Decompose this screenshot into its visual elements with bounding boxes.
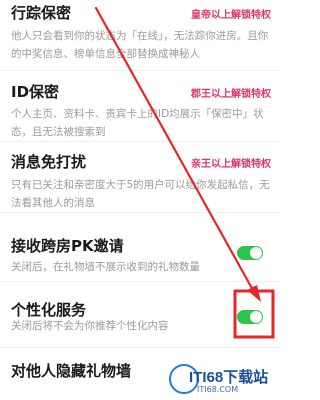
setting-desc: 关闭后将不会为你推荐个性化内容 bbox=[11, 320, 169, 332]
setting-desc: 个人主页、资料卡、贵宾卡上的ID均展示「保密中」状态，且无法被搜索到 bbox=[11, 108, 264, 138]
watermark-subtext: ITI68.COM bbox=[197, 385, 239, 394]
privilege-badge: 郡王以上解锁特权 bbox=[191, 89, 271, 100]
setting-desc: 关闭后，在礼物墙不展示收到的礼物数量 bbox=[11, 261, 200, 273]
watermark-logo: ITI68下载站 ITI68.COM bbox=[167, 360, 279, 398]
setting-title: 对他人隐藏礼物墙 bbox=[11, 362, 132, 380]
privilege-badge: 皇帝以上解锁特权 bbox=[191, 10, 271, 21]
watermark-text: ITI68下载站 bbox=[189, 369, 269, 386]
privilege-badge: 亲王以上解锁特权 bbox=[191, 159, 271, 170]
setting-title: 接收跨房PK邀请 bbox=[11, 237, 124, 255]
setting-row-dnd: 消息免打扰 亲王以上解锁特权 只有已关注和亲密度大于5的用户可以给你发起私信，无… bbox=[0, 142, 281, 212]
setting-title: ID保密 bbox=[11, 83, 60, 101]
setting-desc: 他人只会看到你的状态为「在线」，无法踪你进房。且你的中奖信息、榜单信息全部替换成… bbox=[11, 30, 269, 60]
setting-title: 行踪保密 bbox=[11, 4, 72, 22]
setting-row-id-privacy: ID保密 郡王以上解锁特权 个人主页、资料卡、贵宾卡上的ID均展示「保密中」状态… bbox=[0, 71, 281, 141]
setting-row-personalization: 个性化服务 关闭后将不会为你推荐个性化内容 bbox=[0, 282, 281, 344]
setting-title: 消息免打扰 bbox=[11, 153, 87, 171]
setting-row-cross-room-pk: 接收跨房PK邀请 关闭后，在礼物墙不展示收到的礼物数量 bbox=[0, 213, 281, 279]
setting-row-location-privacy: 行踪保密 皇帝以上解锁特权 他人只会看到你的状态为「在线」，无法踪你进房。且你的… bbox=[0, 0, 281, 70]
setting-desc: 只有已关注和亲密度大于5的用户可以给你发起私信，无法看其他人的消息 bbox=[11, 179, 270, 209]
